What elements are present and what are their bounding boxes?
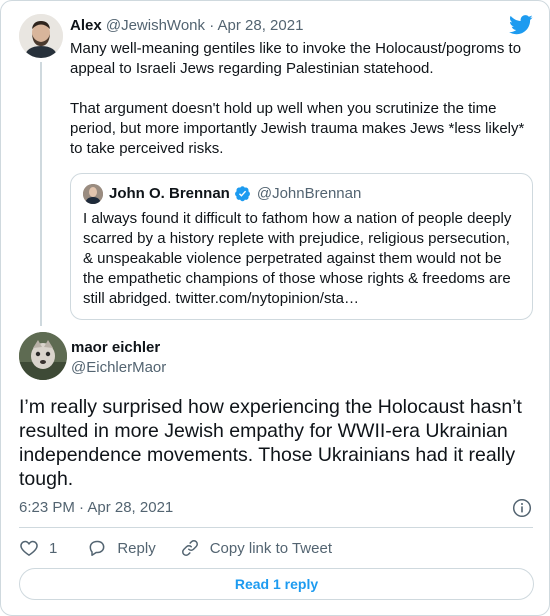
info-icon[interactable] [512,498,532,518]
main-author-name[interactable]: maor eichler [71,339,160,356]
reply-label: Reply [117,539,156,557]
quoted-tweet-header: John O. Brennan @JohnBrennan [109,185,361,202]
parent-tweet-date[interactable]: Apr 28, 2021 [218,17,304,34]
parent-author-handle[interactable]: @JewishWonk [106,17,205,34]
like-count: 1 [49,539,58,557]
actions-divider [19,527,533,528]
parent-tweet-text: Many well-meaning gentiles like to invok… [70,39,530,159]
parent-tweet-header: Alex @JewishWonk · Apr 28, 2021 [70,17,303,34]
like-button[interactable]: 1 [19,538,57,558]
twitter-bird-icon[interactable] [509,15,533,35]
avatar-john-brennan [83,184,103,204]
main-tweet-text: I’m really surprised how experiencing th… [19,396,522,490]
tweet-embed-card: Alex @JewishWonk · Apr 28, 2021 Many wel… [0,0,550,616]
parent-tweet-paragraph-2: That argument doesn't hold up well when … [70,100,525,157]
avatar-maor-eichler[interactable] [19,332,67,380]
thread-line [40,62,42,326]
quoted-author-handle: @JohnBrennan [256,185,362,202]
parent-tweet-paragraph-1: Many well-meaning gentiles like to invok… [70,40,522,77]
verified-badge-icon [234,186,250,202]
quoted-author-name: John O. Brennan [109,185,230,202]
separator-dot: · [209,17,215,34]
parent-author-name[interactable]: Alex [70,17,102,34]
copy-link-label: Copy link to Tweet [209,539,332,557]
copy-link-button[interactable]: Copy link to Tweet [180,538,332,558]
link-icon [181,540,198,556]
avatar-alex[interactable] [19,14,63,58]
quoted-tweet-text: I always found it difficult to fathom ho… [83,210,512,307]
tweet-actions: 1 Reply Copy link to Tweet [19,537,356,559]
quoted-tweet[interactable]: John O. Brennan @JohnBrennan I always fo… [70,173,533,320]
read-replies-button[interactable]: Read 1 reply [19,568,534,600]
reply-bubble-icon [89,540,105,556]
main-author-handle[interactable]: @EichlerMaor [71,359,166,376]
main-tweet-timestamp[interactable]: 6:23 PM · Apr 28, 2021 [19,499,173,516]
reply-button[interactable]: Reply [87,538,156,558]
heart-icon [20,540,38,556]
